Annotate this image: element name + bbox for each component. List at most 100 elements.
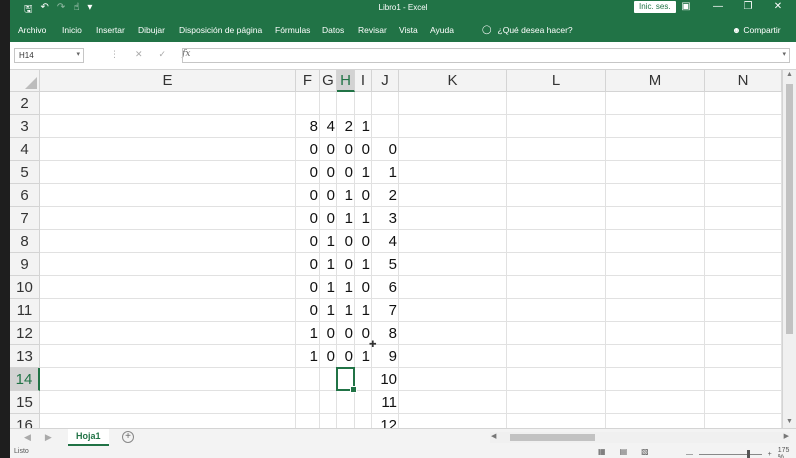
cell-f9[interactable]: 0	[296, 253, 320, 276]
cell-g13[interactable]: 0	[320, 345, 337, 368]
row-header-15[interactable]: 15	[10, 391, 40, 414]
cell-i6[interactable]: 0	[355, 184, 372, 207]
column-header-n[interactable]: N	[705, 70, 782, 92]
cell-f12[interactable]: 1	[296, 322, 320, 345]
cell-h5[interactable]: 0	[337, 161, 355, 184]
cell-f8[interactable]: 0	[296, 230, 320, 253]
cell-h13[interactable]: 0	[337, 345, 355, 368]
cell-f11[interactable]: 0	[296, 299, 320, 322]
zoom-out-icon[interactable]: —	[686, 451, 693, 458]
cell-f10[interactable]: 0	[296, 276, 320, 299]
tab-disposicion[interactable]: Disposición de página	[179, 25, 262, 35]
zoom-slider[interactable]	[699, 449, 762, 458]
cell-h12[interactable]: 0	[337, 322, 355, 345]
column-header-h[interactable]: H	[337, 70, 355, 92]
column-header-f[interactable]: F	[296, 70, 320, 92]
cell-h8[interactable]: 0	[337, 230, 355, 253]
cell-g12[interactable]: 0	[320, 322, 337, 345]
scroll-down-icon[interactable]: ▼	[786, 418, 793, 425]
cell-i5[interactable]: 1	[355, 161, 372, 184]
row-header-5[interactable]: 5	[10, 161, 40, 184]
worksheet-grid[interactable]: EFGHIJKLMN238421400000500011600102700113…	[10, 70, 782, 428]
cell-f7[interactable]: 0	[296, 207, 320, 230]
sign-in-button[interactable]: Inic. ses.	[634, 1, 676, 13]
cell-h6[interactable]: 1	[337, 184, 355, 207]
cell-i8[interactable]: 0	[355, 230, 372, 253]
cell-h9[interactable]: 0	[337, 253, 355, 276]
ribbon-options-icon[interactable]: ▣	[676, 1, 696, 12]
scroll-up-icon[interactable]: ▲	[786, 71, 793, 78]
row-header-6[interactable]: 6	[10, 184, 40, 207]
row-header-14[interactable]: 14	[10, 368, 40, 391]
tab-revisar[interactable]: Revisar	[358, 25, 387, 35]
tab-formulas[interactable]: Fórmulas	[275, 25, 310, 35]
formula-input[interactable]: ▾	[182, 48, 790, 63]
cell-g4[interactable]: 0	[320, 138, 337, 161]
tab-insertar[interactable]: Insertar	[96, 25, 125, 35]
tab-vista[interactable]: Vista	[399, 25, 418, 35]
row-header-9[interactable]: 9	[10, 253, 40, 276]
cell-g9[interactable]: 1	[320, 253, 337, 276]
tab-datos[interactable]: Datos	[322, 25, 344, 35]
cell-g8[interactable]: 1	[320, 230, 337, 253]
row-header-4[interactable]: 4	[10, 138, 40, 161]
cell-j5[interactable]: 1	[372, 161, 399, 184]
column-header-j[interactable]: J	[372, 70, 399, 92]
row-header-8[interactable]: 8	[10, 230, 40, 253]
cell-i11[interactable]: 1	[355, 299, 372, 322]
zoom-level[interactable]: 175 %	[778, 447, 796, 458]
cancel-icon[interactable]: ✕	[135, 49, 143, 60]
cell-g7[interactable]: 0	[320, 207, 337, 230]
scroll-right-icon[interactable]: ▶	[784, 432, 789, 440]
cell-g5[interactable]: 0	[320, 161, 337, 184]
column-header-m[interactable]: M	[606, 70, 705, 92]
share-button[interactable]: ☻ Compartir	[732, 25, 781, 35]
column-header-g[interactable]: G	[320, 70, 337, 92]
column-header-e[interactable]: E	[40, 70, 296, 92]
cell-j7[interactable]: 3	[372, 207, 399, 230]
tab-inicio[interactable]: Inicio	[62, 25, 82, 35]
column-header-i[interactable]: I	[355, 70, 372, 92]
cell-h3[interactable]: 2	[337, 115, 355, 138]
cell-j15[interactable]: 11	[372, 391, 399, 414]
cell-h7[interactable]: 1	[337, 207, 355, 230]
cell-j11[interactable]: 7	[372, 299, 399, 322]
vertical-scrollbar[interactable]: ▲ ▼	[782, 70, 796, 428]
tab-archivo[interactable]: Archivo	[18, 25, 46, 35]
cell-i3[interactable]: 1	[355, 115, 372, 138]
column-header-l[interactable]: L	[507, 70, 606, 92]
horizontal-scroll-thumb[interactable]	[510, 434, 595, 441]
cell-h10[interactable]: 1	[337, 276, 355, 299]
row-header-2[interactable]: 2	[10, 92, 40, 115]
cell-f13[interactable]: 1	[296, 345, 320, 368]
row-header-10[interactable]: 10	[10, 276, 40, 299]
row-header-12[interactable]: 12	[10, 322, 40, 345]
select-all-button[interactable]	[10, 70, 40, 92]
row-header-11[interactable]: 11	[10, 299, 40, 322]
cell-f5[interactable]: 0	[296, 161, 320, 184]
cell-h11[interactable]: 1	[337, 299, 355, 322]
row-header-3[interactable]: 3	[10, 115, 40, 138]
name-box[interactable]: H14 ▾	[14, 48, 84, 63]
minimize-icon[interactable]: —	[708, 1, 728, 12]
cell-i4[interactable]: 0	[355, 138, 372, 161]
cell-j4[interactable]: 0	[372, 138, 399, 161]
cell-f4[interactable]: 0	[296, 138, 320, 161]
chevron-down-icon[interactable]: ▾	[76, 50, 80, 58]
add-sheet-icon[interactable]: +	[122, 431, 134, 443]
tell-me-box[interactable]: ◯ ¿Qué desea hacer?	[482, 24, 573, 35]
cell-g10[interactable]: 1	[320, 276, 337, 299]
cell-g6[interactable]: 0	[320, 184, 337, 207]
scroll-left-icon[interactable]: ◀	[491, 432, 496, 440]
normal-view-icon[interactable]: ▦	[598, 447, 606, 456]
cell-i7[interactable]: 1	[355, 207, 372, 230]
page-layout-icon[interactable]: ▤	[620, 447, 628, 456]
cell-g11[interactable]: 1	[320, 299, 337, 322]
close-icon[interactable]: ✕	[768, 1, 788, 12]
zoom-in-icon[interactable]: +	[768, 451, 772, 458]
prev-sheet-icon[interactable]: ◀	[24, 432, 31, 443]
expand-formula-icon[interactable]: ▾	[782, 50, 786, 58]
cell-j8[interactable]: 4	[372, 230, 399, 253]
cell-j6[interactable]: 2	[372, 184, 399, 207]
cell-i9[interactable]: 1	[355, 253, 372, 276]
